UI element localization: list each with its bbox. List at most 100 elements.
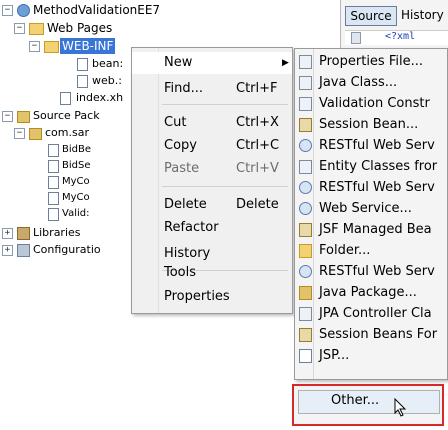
submenu-item-label: Entity Classes fror	[319, 159, 438, 174]
submenu-item-restful-web-service[interactable]: RESTful Web Serv	[295, 135, 447, 156]
java-file-icon	[48, 144, 59, 157]
submenu-item-validation-constraint[interactable]: Validation Constr	[295, 93, 447, 114]
tree-label-file: BidSe	[62, 160, 91, 171]
menu-item-copy[interactable]: Copy Ctrl+C	[132, 135, 292, 157]
submenu-item-label: Session Bean...	[319, 117, 419, 132]
gutter-marker-icon	[351, 32, 361, 44]
properties-file-icon	[299, 55, 312, 69]
submenu-item-label: Session Beans For	[319, 327, 438, 342]
menu-item-refactor[interactable]: Refactor	[132, 217, 292, 239]
submenu-item-label: RESTful Web Serv	[319, 264, 435, 279]
menu-item-shortcut: Ctrl+V	[236, 161, 279, 176]
menu-item-label: Copy	[164, 138, 197, 153]
submenu-item-properties-file[interactable]: Properties File...	[295, 51, 447, 72]
menu-item-delete[interactable]: Delete Delete	[132, 194, 292, 216]
package-icon	[29, 128, 42, 140]
jsp-file-icon	[299, 349, 312, 363]
submenu-item-label: Folder...	[319, 243, 371, 258]
web-pages-folder-icon	[29, 23, 44, 35]
submenu-item-java-package[interactable]: Java Package...	[295, 282, 447, 303]
submenu-item-label: JSF Managed Bea	[319, 222, 432, 237]
java-file-icon	[48, 160, 59, 173]
tree-label-web-inf: WEB-INF	[60, 38, 116, 54]
code-text: <?xml	[385, 31, 416, 42]
editor-line: <?xml	[345, 30, 448, 45]
collapse-toggle-icon[interactable]: −	[14, 23, 25, 34]
collapse-toggle-icon[interactable]: −	[2, 5, 13, 16]
source-packages-icon	[17, 111, 30, 123]
validation-icon	[299, 97, 312, 111]
menu-item-label: New	[164, 55, 193, 70]
menu-item-properties[interactable]: Properties	[132, 286, 292, 308]
libraries-icon	[17, 227, 30, 240]
submenu-item-label: Web Service...	[319, 201, 412, 216]
submenu-item-session-beans-for[interactable]: Session Beans For	[295, 324, 447, 345]
submenu-item-label: RESTful Web Serv	[319, 180, 435, 195]
web-service-icon	[299, 139, 312, 152]
submenu-item-label: RESTful Web Serv	[319, 138, 435, 153]
java-class-icon	[299, 76, 312, 90]
web-inf-folder-icon	[44, 41, 59, 53]
expand-toggle-icon[interactable]: +	[2, 228, 13, 239]
submenu-item-java-class[interactable]: Java Class...	[295, 72, 447, 93]
submenu-item-session-bean[interactable]: Session Bean...	[295, 114, 447, 135]
tree-label-bean: bean:	[92, 57, 124, 70]
menu-item-cut[interactable]: Cut Ctrl+X	[132, 112, 292, 134]
web-service-icon	[299, 202, 312, 215]
folder-icon	[299, 244, 312, 258]
entity-class-icon	[299, 160, 312, 174]
other-highlight-box: Other...	[292, 384, 444, 426]
new-submenu: Properties File... Java Class... Validat…	[294, 48, 448, 380]
tree-label-project: MethodValidationEE7	[33, 3, 161, 17]
java-file-icon	[48, 208, 59, 221]
menu-item-label: Tools	[164, 265, 197, 280]
submenu-item-label: JPA Controller Cla	[319, 306, 432, 321]
tree-label-index: index.xh	[76, 91, 124, 104]
jpa-controller-icon	[299, 307, 312, 321]
menu-item-label: Properties	[164, 289, 230, 304]
xml-file-icon	[77, 58, 88, 71]
tree-label-file: BidBe	[62, 144, 91, 155]
collapse-toggle-icon[interactable]: −	[14, 128, 25, 139]
menu-item-find[interactable]: Find... Ctrl+F	[132, 78, 292, 100]
expand-toggle-icon[interactable]: +	[2, 245, 13, 256]
submenu-item-jpa-controller[interactable]: JPA Controller Cla	[295, 303, 447, 324]
menu-item-shortcut: Ctrl+C	[236, 138, 280, 153]
menu-item-label: Find...	[164, 81, 204, 96]
tab-history[interactable]: History	[401, 6, 448, 24]
submenu-item-jsf-managed-bean[interactable]: JSF Managed Bea	[295, 219, 447, 240]
submenu-item-web-service[interactable]: Web Service...	[295, 198, 447, 219]
submenu-item-label: Properties File...	[319, 54, 423, 69]
xml-file-icon	[77, 75, 88, 88]
tree-label-file: MyCo	[62, 176, 90, 187]
submenu-item-label: Other...	[331, 393, 380, 408]
tree-label-com-package: com.sar	[45, 126, 89, 139]
collapse-toggle-icon[interactable]: −	[2, 111, 13, 122]
submenu-item-restful-web-service[interactable]: RESTful Web Serv	[295, 261, 447, 282]
menu-item-shortcut: Ctrl+F	[236, 81, 278, 96]
managed-bean-icon	[299, 223, 312, 237]
submenu-item-restful-web-service[interactable]: RESTful Web Serv	[295, 177, 447, 198]
project-globe-icon	[17, 4, 30, 17]
tab-source[interactable]: Source	[345, 6, 397, 26]
submenu-item-folder[interactable]: Folder...	[295, 240, 447, 261]
tree-label-file: Valid:	[62, 208, 90, 219]
submenu-item-label: Java Package...	[319, 285, 417, 300]
menu-item-paste[interactable]: Paste Ctrl+V	[132, 158, 292, 180]
submenu-item-entity-classes[interactable]: Entity Classes fror	[295, 156, 447, 177]
java-file-icon	[48, 176, 59, 189]
submenu-item-label: Validation Constr	[319, 96, 430, 111]
collapse-toggle-icon[interactable]: −	[29, 41, 40, 52]
submenu-arrow-icon: ▶	[282, 58, 289, 68]
web-service-icon	[299, 181, 312, 194]
configuration-icon	[17, 244, 30, 257]
tree-label-libraries: Libraries	[33, 226, 81, 239]
submenu-item-other[interactable]: Other...	[298, 390, 440, 414]
submenu-item-jsp[interactable]: JSP...	[295, 345, 447, 366]
session-bean-icon	[299, 118, 312, 132]
web-service-icon	[299, 265, 312, 278]
menu-item-tools[interactable]: Tools	[132, 262, 292, 284]
menu-item-shortcut: Ctrl+X	[236, 115, 279, 130]
menu-item-new[interactable]: New ▶	[132, 52, 292, 74]
menu-item-label: Cut	[164, 115, 187, 130]
